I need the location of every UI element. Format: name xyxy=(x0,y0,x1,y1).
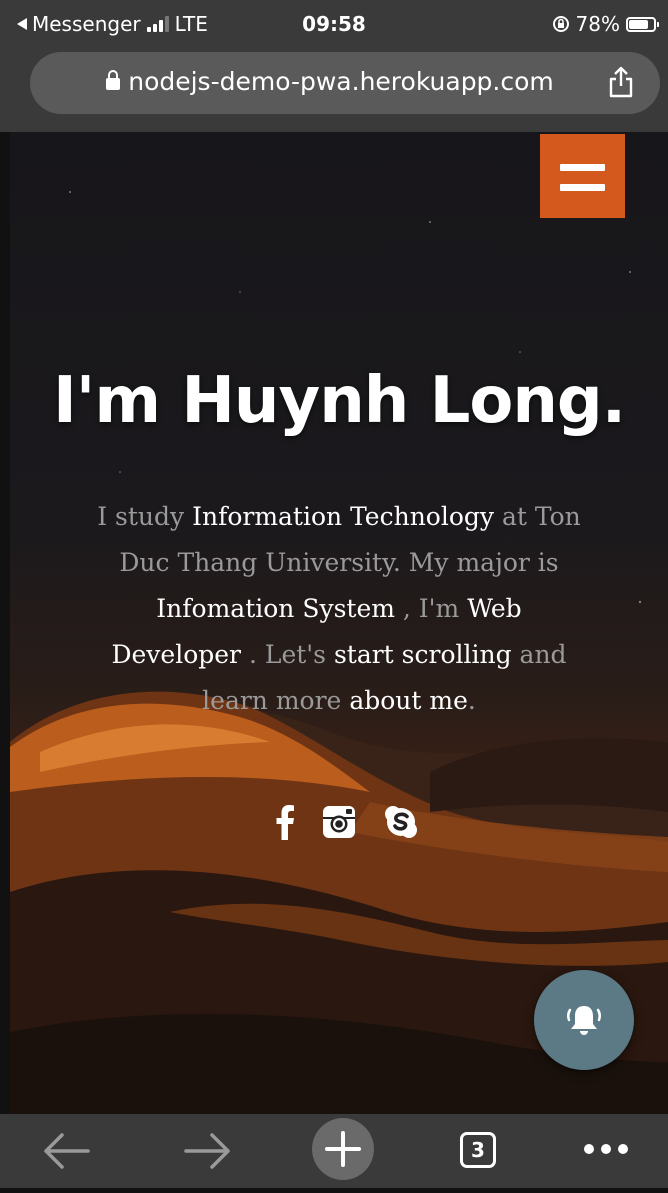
intro-text: I study xyxy=(97,502,193,531)
notification-bell-button[interactable] xyxy=(534,970,634,1070)
forward-arrow-icon xyxy=(184,1133,230,1169)
battery-icon xyxy=(626,16,659,32)
browser-bottom-toolbar: 3 xyxy=(0,1114,668,1188)
intro-text: . Let's xyxy=(241,640,334,669)
hamburger-menu-button[interactable] xyxy=(540,134,625,218)
tabs-button[interactable]: 3 xyxy=(445,1114,519,1188)
bell-icon xyxy=(567,1006,601,1035)
share-icon[interactable] xyxy=(608,66,634,98)
tab-count: 3 xyxy=(471,1138,485,1162)
status-bar: Messenger LTE 09:58 78% xyxy=(0,0,668,44)
browser-forward-button[interactable] xyxy=(170,1114,244,1188)
facebook-icon[interactable] xyxy=(274,804,296,840)
address-bar[interactable]: nodejs-demo-pwa.herokuapp.com xyxy=(30,52,660,114)
more-icon xyxy=(584,1144,628,1154)
browser-top-bar: nodejs-demo-pwa.herokuapp.com xyxy=(0,44,668,132)
intro-text: , I'm xyxy=(394,594,468,623)
intro-text: . xyxy=(467,686,476,715)
plus-icon xyxy=(325,1131,361,1167)
orientation-lock-icon xyxy=(552,16,569,32)
url-text: nodejs-demo-pwa.herokuapp.com xyxy=(128,67,554,96)
more-menu-button[interactable] xyxy=(570,1114,644,1188)
browser-back-button[interactable] xyxy=(30,1114,104,1188)
social-links xyxy=(10,804,668,844)
status-right: 78% xyxy=(552,12,659,36)
battery-percent: 78% xyxy=(575,12,620,36)
highlight-text: start scrolling xyxy=(333,640,512,669)
skype-icon[interactable] xyxy=(384,804,418,840)
page-title: I'm Huynh Long. xyxy=(52,364,626,438)
new-tab-circle xyxy=(312,1118,374,1180)
highlight-text: Infomation System xyxy=(156,594,395,623)
new-tab-button[interactable] xyxy=(300,1114,374,1188)
lock-icon xyxy=(106,70,121,90)
instagram-icon[interactable] xyxy=(322,804,356,840)
hero-section: I'm Huynh Long. I study Information Tech… xyxy=(10,132,668,1114)
highlight-text: Information Technology xyxy=(192,502,495,531)
address-text-wrap: nodejs-demo-pwa.herokuapp.com xyxy=(30,67,630,96)
intro-paragraph: I study Information Technology at Ton Du… xyxy=(96,494,582,724)
highlight-text: about me xyxy=(349,686,468,715)
tabs-icon: 3 xyxy=(460,1132,496,1168)
back-arrow-icon xyxy=(44,1133,90,1169)
